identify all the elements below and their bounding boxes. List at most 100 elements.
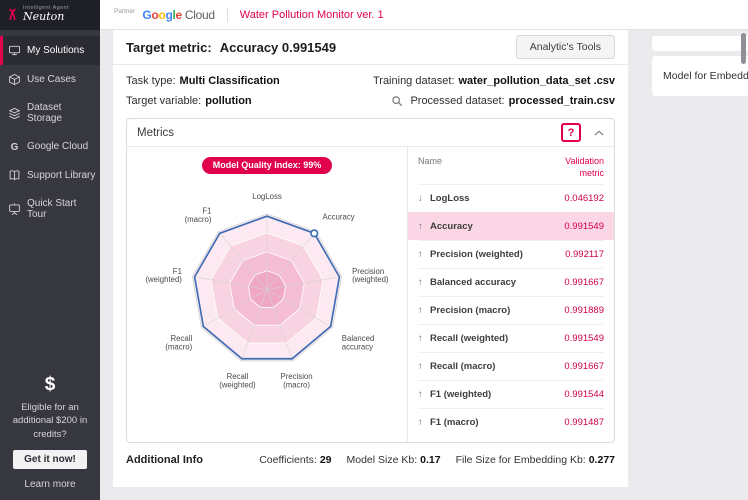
- cloud-label: Cloud: [185, 8, 215, 22]
- additional-info-bar: Additional Info Coefficients:29Model Siz…: [113, 443, 628, 477]
- google-logo-letters: Google: [142, 8, 182, 22]
- analytics-tools-button[interactable]: Analytic's Tools: [516, 35, 615, 59]
- down-arrow-icon: ↓: [418, 193, 430, 204]
- help-button[interactable]: ?: [561, 123, 581, 142]
- stat-item: Coefficients:29: [259, 454, 331, 466]
- metric-name: Precision (macro): [430, 305, 510, 316]
- metric-name: Accuracy: [430, 221, 473, 232]
- additional-info-title: Additional Info: [126, 454, 203, 466]
- target-metric-value: Accuracy 0.991549: [220, 40, 336, 55]
- up-arrow-icon: ↑: [418, 333, 430, 344]
- training-dataset-line: Training dataset: water_pollution_data_s…: [373, 75, 615, 87]
- radar-chart: LogLoss Accuracy Precision(weighted) Balanc…: [127, 176, 407, 400]
- credits-promo: $ Eligible for an additional $200 in cre…: [0, 374, 100, 490]
- training-dataset-value: water_pollution_data_set .csv: [459, 75, 616, 87]
- up-arrow-icon: ↑: [418, 389, 430, 400]
- table-row[interactable]: ↑Balanced accuracy 0.991667: [418, 268, 604, 296]
- metrics-panel-body: Model Quality Index: 99% LogLoss Accuracy…: [127, 147, 614, 442]
- processed-dataset-label: Processed dataset:: [410, 95, 504, 107]
- table-row[interactable]: ↑Precision (macro)0.991889: [418, 296, 604, 324]
- partner-label: Partner: [114, 8, 135, 15]
- svg-text:G: G: [11, 142, 19, 153]
- metrics-panel-header: Metrics ?: [127, 119, 614, 147]
- metric-value: 0.992117: [565, 249, 604, 260]
- vertical-scrollbar[interactable]: [741, 33, 746, 64]
- right-panel-edge: [652, 36, 748, 51]
- learn-more-link[interactable]: Learn more: [0, 479, 100, 490]
- metric-value: 0.991544: [564, 389, 604, 400]
- topbar-content: Partner Google Cloud Water Pollution Mon…: [100, 8, 384, 22]
- support-icon: [8, 169, 21, 182]
- metrics-table-body: ↓LogLoss0.046192↑Accuracy0.991549↑Precis…: [418, 184, 604, 436]
- metric-value: 0.991667: [564, 277, 604, 288]
- column-header-name: Name: [418, 156, 442, 166]
- svg-text:F1(macro): F1(macro): [185, 206, 212, 223]
- metric-name: Balanced accuracy: [430, 277, 516, 288]
- up-arrow-icon: ↑: [418, 305, 430, 316]
- additional-stats: Coefficients:29Model Size Kb:0.17File Si…: [259, 454, 615, 466]
- up-arrow-icon: ↑: [418, 277, 430, 288]
- app-logo[interactable]: Intelligent Agent Neuton: [0, 0, 100, 30]
- target-variable-value: pollution: [205, 95, 251, 107]
- svg-text:Precision(macro): Precision(macro): [280, 372, 312, 389]
- get-it-now-button[interactable]: Get it now!: [13, 450, 87, 469]
- svg-text:Recall(macro): Recall(macro): [165, 334, 192, 351]
- info-left-column: Task type: Multi Classification Target v…: [126, 75, 280, 107]
- metric-value: 0.991549: [564, 333, 604, 344]
- metrics-panel: Metrics ? Model Quality Index: 99% LogLo…: [126, 118, 615, 443]
- solution-info: Task type: Multi Classification Target v…: [113, 65, 628, 116]
- sidebar-item-label: Support Library: [27, 170, 95, 181]
- model-for-embedding-label: Model for Embedd: [663, 70, 748, 82]
- up-arrow-icon: ↑: [418, 361, 430, 372]
- tour-icon: [8, 203, 21, 216]
- table-row[interactable]: ↑F1 (macro) 0.991487: [418, 408, 604, 436]
- neuton-ribbon-icon: [7, 7, 18, 22]
- metric-name: F1 (weighted): [430, 389, 491, 400]
- collapse-chevron-icon[interactable]: [594, 129, 604, 137]
- table-row[interactable]: ↑Precision (weighted)0.992117: [418, 240, 604, 268]
- sidebar-item-google-cloud[interactable]: GGoogle Cloud: [0, 132, 100, 161]
- up-arrow-icon: ↑: [418, 417, 430, 428]
- main-panel: Target metric: Accuracy 0.991549 Analyti…: [113, 30, 628, 487]
- solution-title: Water Pollution Monitor ver. 1: [240, 9, 384, 21]
- svg-text:Accuracy: Accuracy: [323, 212, 355, 221]
- svg-text:Balancedaccuracy: Balancedaccuracy: [342, 334, 375, 351]
- sidebar-item-quick-start-tour[interactable]: Quick Start Tour: [0, 190, 100, 228]
- metric-name: Recall (weighted): [430, 333, 508, 344]
- sidebar-item-my-solutions[interactable]: My Solutions: [0, 36, 100, 65]
- sidebar: My SolutionsUse Cases Dataset Storage GGoo…: [0, 30, 100, 500]
- dollar-icon: $: [0, 374, 100, 396]
- table-row[interactable]: ↑Recall (macro) 0.991667: [418, 352, 604, 380]
- task-type-line: Task type: Multi Classification: [126, 75, 280, 87]
- solution-header: Target metric: Accuracy 0.991549 Analyti…: [113, 30, 628, 65]
- training-dataset-label: Training dataset:: [373, 75, 455, 87]
- model-for-embedding-card[interactable]: Model for Embedd: [652, 56, 748, 96]
- dataset-icon: [8, 107, 21, 120]
- metric-value: 0.991667: [564, 361, 604, 372]
- target-variable-line: Target variable: pollution: [126, 95, 280, 107]
- metric-name: Recall (macro): [430, 361, 495, 372]
- sidebar-item-label: Quick Start Tour: [27, 198, 96, 220]
- sidebar-item-support-library[interactable]: Support Library: [0, 161, 100, 190]
- svg-text:Precision(weighted): Precision(weighted): [352, 266, 389, 283]
- stat-item: File Size for Embedding Kb:0.277: [456, 454, 615, 466]
- sidebar-item-dataset-storage[interactable]: Dataset Storage: [0, 94, 100, 132]
- sidebar-item-label: Dataset Storage: [27, 102, 96, 124]
- svg-text:LogLoss: LogLoss: [252, 192, 282, 201]
- metrics-panel-title: Metrics: [137, 127, 174, 139]
- metric-value: 0.991487: [564, 417, 604, 428]
- table-row[interactable]: ↓LogLoss0.046192: [418, 184, 604, 212]
- divider: [227, 8, 228, 22]
- search-icon[interactable]: [391, 95, 403, 107]
- metrics-table-header: Name Validation metric: [418, 147, 604, 184]
- table-row[interactable]: ↑Recall (weighted) 0.991549: [418, 324, 604, 352]
- model-quality-badge: Model Quality Index: 99%: [202, 157, 333, 174]
- task-type-label: Task type:: [126, 75, 176, 87]
- target-variable-label: Target variable:: [126, 95, 201, 107]
- sidebar-item-use-cases[interactable]: Use Cases: [0, 65, 100, 94]
- topbar: Intelligent Agent Neuton Partner Google …: [0, 0, 748, 30]
- task-type-value: Multi Classification: [180, 75, 280, 87]
- metric-name: F1 (macro): [430, 417, 479, 428]
- table-row[interactable]: ↑Accuracy0.991549: [408, 212, 614, 240]
- table-row[interactable]: ↑F1 (weighted) 0.991544: [418, 380, 604, 408]
